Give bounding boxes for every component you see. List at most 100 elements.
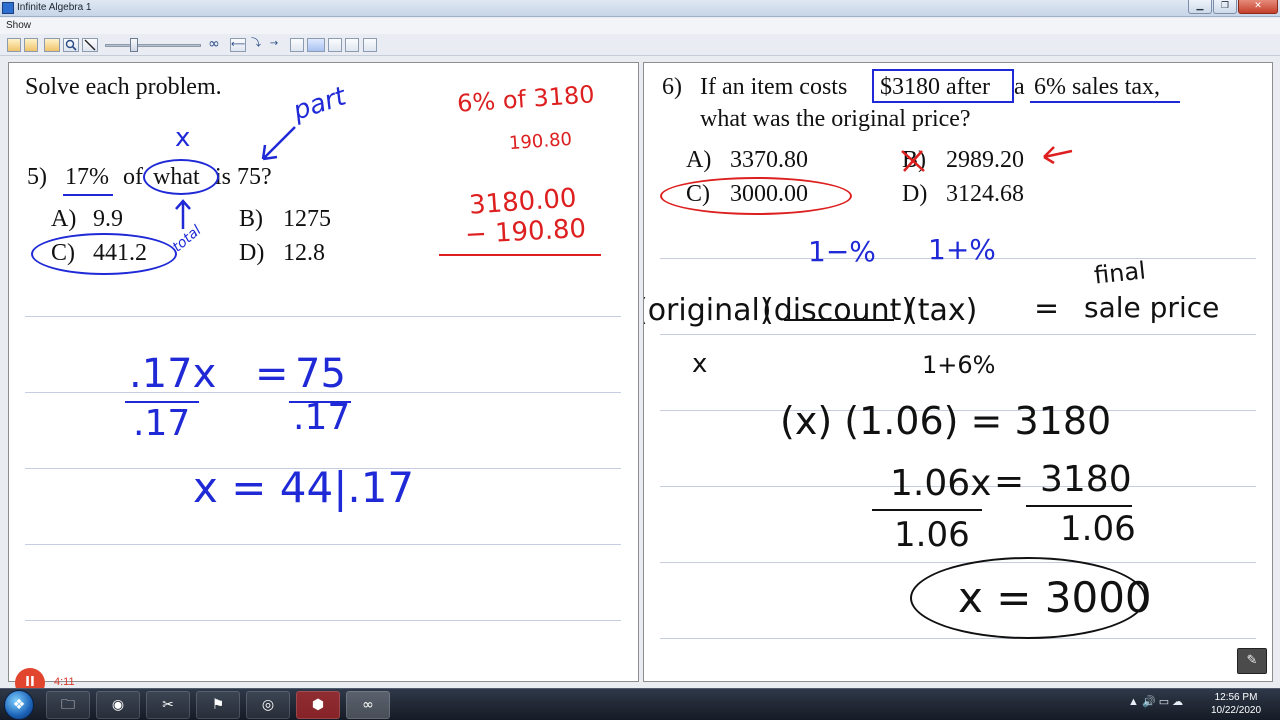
fraction-bar-right — [1026, 505, 1132, 507]
choice-a-value: 3370.80 — [730, 147, 808, 173]
undo-icon[interactable]: ⟵ — [230, 38, 246, 52]
equation-2-denominator-left: 1.06 — [894, 515, 970, 555]
clock-date[interactable]: 10/22/2020 — [1208, 705, 1264, 716]
equation-2-left: 1.06x — [890, 463, 992, 504]
problem-5-is-75: is 75? — [215, 164, 272, 190]
taskbar-chrome-icon[interactable]: ◉ — [96, 691, 140, 719]
minimize-button[interactable]: ▁ — [1188, 0, 1212, 14]
taskbar-infinite-algebra-icon[interactable]: ∞ — [346, 691, 390, 719]
formula-equals: = — [1034, 291, 1060, 326]
rule-line — [25, 620, 621, 621]
magnifier-icon — [65, 39, 77, 51]
denominator-left: .17 — [133, 403, 191, 444]
one-plus-percent: 1+% — [928, 233, 996, 266]
window-title: Infinite Algebra 1 — [17, 2, 92, 13]
restore-button[interactable]: ❐ — [1213, 0, 1237, 14]
worksheet-page-right: 6) If an item costs $3180 after a 6% sal… — [643, 62, 1273, 682]
problem-6-stem-line-2: what was the original price? — [700, 106, 971, 132]
under-tax-value: 1+6% — [922, 351, 996, 379]
equation-2-right: 3180 — [1040, 459, 1132, 500]
choice-a-letter: A) — [51, 206, 77, 232]
red-sum-line — [439, 254, 601, 256]
choice-b-value: 2989.20 — [946, 147, 1024, 173]
red-work-line-4: − 190.80 — [464, 213, 587, 251]
equation-2-equals: = — [994, 461, 1025, 502]
formula-discount: (discount) — [762, 293, 914, 328]
app-icon — [2, 2, 14, 14]
equation-1: (x) (1.06) = 3180 — [780, 399, 1112, 443]
formula-sale-price: sale price — [1084, 291, 1220, 324]
one-minus-percent: 1−% — [808, 235, 876, 268]
rule-line — [660, 334, 1256, 335]
taskbar: ❖ 🗀 ◉ ✂ ⚑ ◎ ⬢ ∞ ▲ 🔊 ▭ ☁ 12:56 PM 10/22/2… — [0, 688, 1280, 720]
x-label: x — [175, 123, 191, 153]
step-icon[interactable]: ⤵ — [249, 38, 263, 52]
layout-quad-icon[interactable] — [363, 38, 377, 52]
problem-5-of: of — [123, 164, 143, 190]
close-button[interactable]: ✕ — [1238, 0, 1278, 14]
fraction-bar-left — [872, 509, 982, 511]
choice-b-value: 1275 — [283, 206, 331, 232]
layout-grid-icon[interactable] — [345, 38, 359, 52]
title-bar: Infinite Algebra 1 ▁ ❐ ✕ — [0, 0, 1280, 17]
problem-6-tax: 6% sales tax, — [1034, 74, 1160, 100]
taskbar-pdf-icon[interactable]: ⬢ — [296, 691, 340, 719]
zoom-slider-thumb[interactable] — [130, 38, 138, 52]
equation-left: .17x — [129, 351, 217, 397]
toolbar: ∞ ⟵ ⤵ → — [0, 34, 1280, 56]
problem-6-a: a — [1014, 74, 1025, 100]
underline-17-percent — [63, 194, 113, 196]
zoom-slider-track[interactable] — [105, 44, 201, 47]
circle-what — [143, 159, 219, 195]
under-original-x: x — [692, 349, 708, 379]
menu-show[interactable]: Show — [6, 20, 31, 31]
page-view-1-icon[interactable] — [7, 38, 21, 52]
final-answer: x = 3000 — [958, 573, 1152, 622]
choice-a-value: 9.9 — [93, 206, 123, 232]
rule-line — [25, 316, 621, 317]
final-label: final — [1092, 256, 1148, 290]
annotation-pen-icon[interactable]: ✎ — [1237, 648, 1267, 674]
red-work-line-1: 6% of 3180 — [456, 80, 596, 118]
part-label: part — [289, 81, 350, 127]
recording-time: 4:11 — [54, 676, 75, 688]
problem-5-percent: 17% — [65, 164, 109, 190]
taskbar-recorder-icon[interactable]: ◎ — [246, 691, 290, 719]
layout-rows-icon[interactable] — [328, 38, 342, 52]
cross-out-b-icon — [901, 150, 925, 172]
clock-time[interactable]: 12:56 PM — [1208, 692, 1264, 703]
taskbar-explorer-icon[interactable]: 🗀 — [46, 691, 90, 719]
choice-d-value: 3124.68 — [946, 181, 1024, 207]
start-button[interactable]: ❖ — [4, 690, 34, 720]
infinity-icon[interactable]: ∞ — [206, 37, 222, 52]
discount-strike-line — [784, 319, 894, 321]
taskbar-snipping-icon[interactable]: ✂ — [146, 691, 190, 719]
red-arrow-icon — [1043, 146, 1073, 165]
choice-d-letter: D) — [239, 240, 265, 266]
layout-single-icon[interactable] — [290, 38, 304, 52]
choice-d-letter: D) — [902, 181, 928, 207]
equation-2-denominator-right: 1.06 — [1060, 509, 1136, 549]
circle-answer-c — [660, 177, 852, 215]
choice-a-letter: A) — [686, 147, 712, 173]
menu-bar: Show — [0, 18, 1280, 34]
underline-sales-tax — [1030, 101, 1180, 103]
problem-6-number: 6) — [662, 74, 682, 100]
choice-b-letter: B) — [239, 206, 263, 232]
box-3180-after — [872, 69, 1014, 103]
arrow-tool-icon — [84, 39, 96, 51]
screen: Infinite Algebra 1 ▁ ❐ ✕ Show ∞ ⟵ ⤵ → So… — [0, 0, 1280, 720]
zoom-icon[interactable] — [63, 38, 79, 52]
forward-icon[interactable]: → — [267, 38, 281, 52]
layout-two-column-icon[interactable] — [307, 38, 325, 52]
red-work-line-2: 190.80 — [508, 128, 573, 155]
page-view-2-icon[interactable] — [24, 38, 38, 52]
problem-6-stem-start: If an item costs — [700, 74, 848, 100]
worksheet-page-left: Solve each problem. 5) 17% of what is 75… — [8, 62, 639, 682]
taskbar-app-icon[interactable]: ⚑ — [196, 691, 240, 719]
rule-line — [660, 562, 1256, 563]
formula-tax: (tax) — [906, 293, 978, 328]
select-tool-icon[interactable] — [82, 38, 98, 52]
page-view-3-icon[interactable] — [44, 38, 60, 52]
system-tray-icons[interactable]: ▲ 🔊 ▭ ☁ — [1128, 695, 1183, 708]
